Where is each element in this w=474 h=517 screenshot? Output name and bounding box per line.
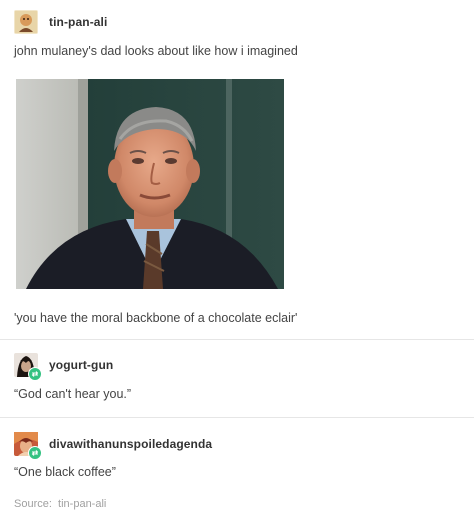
post-photo: [16, 79, 284, 289]
post-text: “One black coffee”: [14, 465, 116, 479]
source-line: Source: tin-pan-ali: [14, 498, 106, 510]
reblog-icon: [28, 446, 42, 460]
post-text: “God can't hear you.”: [14, 387, 132, 401]
post-header: tin-pan-ali: [14, 10, 107, 34]
avatar-image: [14, 10, 38, 34]
username[interactable]: tin-pan-ali: [49, 15, 107, 29]
avatar[interactable]: [14, 432, 42, 460]
portrait-photo: [16, 79, 284, 289]
username[interactable]: yogurt-gun: [49, 358, 113, 372]
post-text: john mulaney's dad looks about like how …: [14, 44, 298, 58]
avatar[interactable]: [14, 10, 38, 34]
post-caption: 'you have the moral backbone of a chocol…: [14, 311, 298, 325]
post-divider: [0, 417, 474, 418]
username[interactable]: divawithanunspoiledagenda: [49, 437, 212, 451]
post-header: yogurt-gun: [14, 353, 113, 381]
post-header: divawithanunspoiledagenda: [14, 432, 212, 460]
post-divider: [0, 339, 474, 340]
reblog-icon: [28, 367, 42, 381]
source-link[interactable]: tin-pan-ali: [58, 498, 106, 510]
source-label: Source:: [14, 498, 52, 510]
avatar[interactable]: [14, 353, 42, 381]
